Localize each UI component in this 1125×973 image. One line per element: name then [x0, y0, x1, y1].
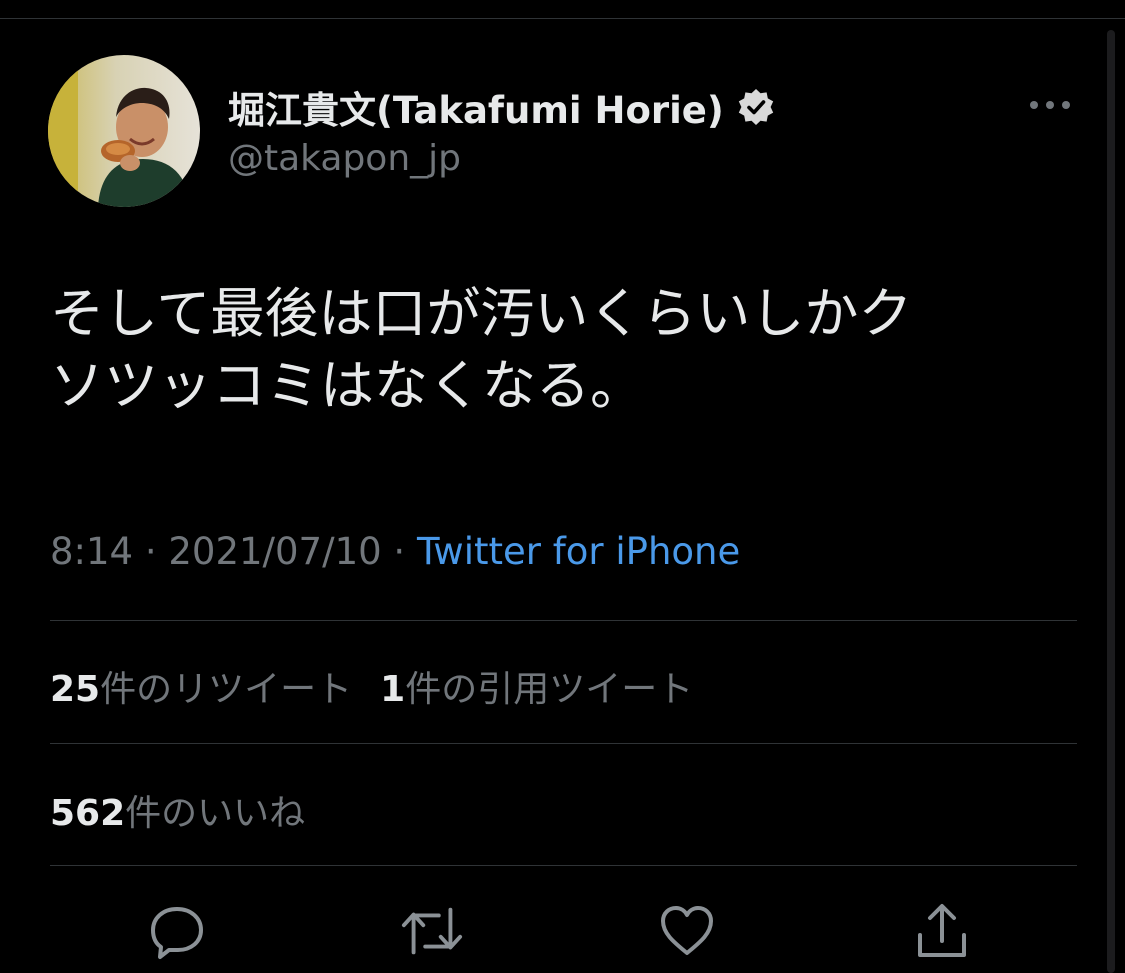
- more-options-button[interactable]: [1025, 88, 1075, 122]
- retweets-stat[interactable]: 25件のリツイート: [50, 669, 352, 710]
- author-name-text[interactable]: 堀江貴文(Takafumi Horie): [228, 80, 724, 134]
- tweet-meta: 8:14 · 2021/07/10 · Twitter for iPhone: [50, 530, 740, 573]
- retweet-icon: [401, 907, 463, 955]
- tweet-date[interactable]: 2021/07/10: [168, 530, 381, 573]
- quotes-stat[interactable]: 1件の引用ツイート: [380, 669, 693, 710]
- share-button[interactable]: [910, 899, 974, 963]
- reply-icon: [151, 907, 203, 959]
- share-icon: [918, 904, 966, 957]
- quotes-label: 件の引用ツイート: [405, 669, 694, 710]
- reply-button[interactable]: [145, 899, 209, 963]
- avatar-image: [48, 55, 200, 207]
- likes-stat[interactable]: 562件のいいね: [50, 793, 305, 834]
- author-handle[interactable]: @takapon_jp: [228, 138, 461, 179]
- retweet-button[interactable]: [400, 899, 464, 963]
- more-horizontal-icon: [1030, 101, 1070, 109]
- meta-separator: ·: [393, 530, 406, 573]
- author-display-name[interactable]: 堀江貴文(Takafumi Horie): [228, 80, 776, 134]
- tweet-text-line: そして最後は口が汚いくらいしかク: [50, 282, 913, 345]
- tweet-source-link[interactable]: Twitter for iPhone: [417, 530, 740, 573]
- retweets-label: 件のリツイート: [100, 669, 353, 710]
- quotes-count: 1: [380, 669, 406, 710]
- top-divider: [0, 18, 1125, 19]
- likes-count: 562: [50, 793, 126, 834]
- like-button[interactable]: [655, 899, 719, 963]
- tweet-time[interactable]: 8:14: [50, 530, 133, 573]
- tweet-text-line: ソツッコミはなくなる。: [50, 354, 644, 417]
- tweet-text: そして最後は口が汚いくらいしかク ソツッコミはなくなる。: [50, 278, 1070, 422]
- divider: [50, 865, 1077, 866]
- avatar[interactable]: [48, 55, 200, 207]
- retweet-stats-row: 25件のリツイート 1件の引用ツイート: [50, 660, 693, 712]
- meta-separator: ·: [144, 530, 157, 573]
- divider: [50, 743, 1077, 744]
- scrollbar[interactable]: [1107, 30, 1115, 973]
- divider: [50, 620, 1077, 621]
- tweet-action-bar: [0, 895, 1125, 973]
- likes-label: 件のいいね: [125, 793, 306, 834]
- retweets-count: 25: [50, 669, 101, 710]
- likes-stats-row: 562件のいいね: [50, 784, 305, 836]
- heart-icon: [661, 906, 713, 955]
- verified-badge-icon: [736, 87, 776, 127]
